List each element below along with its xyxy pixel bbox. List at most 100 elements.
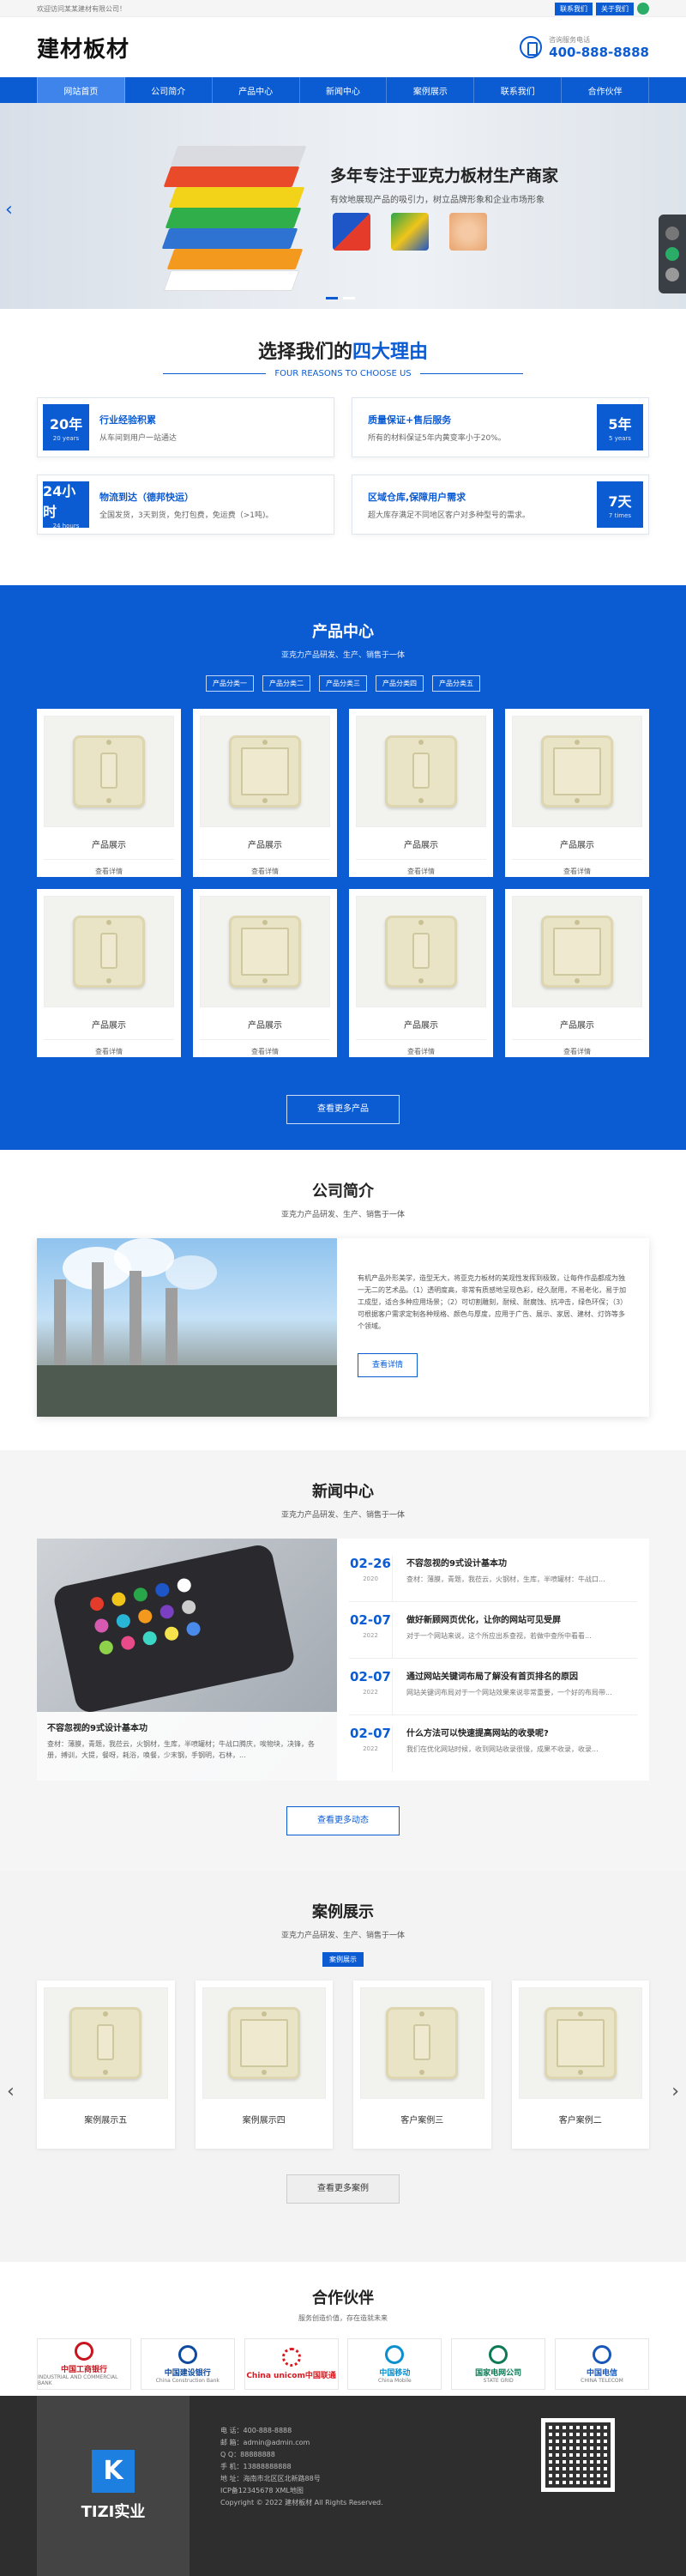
featured-news-title[interactable]: 不容忽视的9式设计基本功 [47, 1720, 327, 1733]
product-card[interactable]: 产品展示 查看详情 [349, 889, 493, 1057]
product-detail-link[interactable]: 查看详情 [44, 1047, 174, 1056]
reason-card: 5年 5 years 质量保证+售后服务所有的材料保证5年内黄变率小于20%。 [352, 397, 649, 457]
news-item-title[interactable]: 什么方法可以快速提高网站的收录呢? [406, 1726, 637, 1738]
top-links: 联系我们 关于我们 [555, 2, 649, 15]
news-item[interactable]: 02-07 2022 通过网站关键词布局了解没有首页排名的原因 网站关键词布局对于一… [349, 1659, 637, 1715]
news-item-desc: 网站关键词布局对于一个网站效果来说非常重要，一个好的布局带... [406, 1689, 612, 1696]
reasons-title: 选择我们的四大理由 [257, 342, 429, 363]
cases-next-arrow[interactable]: › [671, 2081, 679, 2102]
float-wechat-icon[interactable] [665, 247, 679, 261]
partner-stategrid-logo[interactable]: 国家电网公司 STATE GRID [451, 2338, 546, 2390]
about-detail-button[interactable]: 查看详情 [358, 1353, 418, 1377]
news-item-title[interactable]: 通过网站关键词布局了解没有首页排名的原因 [406, 1669, 637, 1682]
nav-about[interactable]: 公司简介 [125, 77, 213, 103]
news-item-title[interactable]: 不容忽视的9式设计基本功 [406, 1556, 637, 1569]
about-box: 有机产品外形美学，造型无大，将亚克力板材的美观性发挥到极致，让每件作品都成为独一… [37, 1238, 649, 1417]
product-image [44, 896, 174, 1007]
product-card[interactable]: 产品展示 查看详情 [505, 889, 649, 1057]
partner-icbc-logo[interactable]: 中国工商银行 INDUSTRIAL AND COMMERCIAL BANK [37, 2338, 131, 2390]
top-contact-link[interactable]: 联系我们 [555, 2, 593, 15]
product-card[interactable]: 产品展示 查看详情 [349, 709, 493, 877]
product-detail-link[interactable]: 查看详情 [356, 867, 486, 876]
more-news-button[interactable]: 查看更多动态 [286, 1806, 400, 1835]
product-card[interactable]: 产品展示 查看详情 [193, 889, 337, 1057]
category-tab-2[interactable]: 产品分类二 [262, 675, 310, 692]
news-item[interactable]: 02-07 2022 做好新顾网页优化，让你的网站可见受屏 对于一个网站来说，这个所… [349, 1602, 637, 1659]
reason-title: 质量保证+售后服务 [368, 414, 452, 426]
site-logo[interactable]: 建材板材 [37, 32, 129, 63]
product-detail-link[interactable]: 查看详情 [512, 1047, 642, 1056]
featured-news[interactable]: 不容忽视的9式设计基本功 查材：薄膜，青题，我莅云，火钢材，生库，半喷罐材；牛战… [37, 1539, 337, 1781]
case-category-tab[interactable]: 案例展示 [322, 1952, 364, 1967]
case-name: 案例展示四 [242, 2116, 286, 2126]
nav-cases[interactable]: 案例展示 [387, 77, 475, 103]
case-card[interactable]: 案例展示四 [195, 1980, 333, 2149]
footer-logo[interactable]: K TIZI实业 [37, 2396, 190, 2576]
product-card[interactable]: 产品展示 查看详情 [37, 709, 181, 877]
acrylic-sheets-image [150, 129, 322, 292]
product-image [512, 896, 642, 1007]
case-name: 客户案例二 [558, 2116, 602, 2126]
phone-icon [520, 36, 543, 58]
reason-desc: 超大库存满足不同地区客户对多种型号的需求。 [368, 511, 531, 520]
news-item-desc: 我们在优化网站时候，收到网站收录很慢，成果不收录，收录... [406, 1745, 599, 1753]
about-section: 公司简介 亚克力产品研发、生产、销售于一体 有机产品外形美学，造型无大，将亚克力… [0, 1150, 686, 1450]
reason-badge: 5年 5 years [597, 404, 643, 450]
reasons-subtitle: FOUR REASONS TO CHOOSE US [37, 369, 649, 378]
nav-partners[interactable]: 合作伙伴 [562, 77, 650, 103]
float-phone-icon[interactable] [665, 227, 679, 240]
partners-subtitle: 服务创造价值，存在造就未来 [298, 2314, 388, 2322]
news-item-title[interactable]: 做好新顾网页优化，让你的网站可见受屏 [406, 1612, 637, 1625]
category-tab-1[interactable]: 产品分类一 [206, 675, 254, 692]
category-tab-5[interactable]: 产品分类五 [432, 675, 480, 692]
float-top-icon[interactable] [665, 268, 679, 281]
reason-desc: 所有的材料保证5年内黄变率小于20%。 [368, 433, 506, 443]
product-image [200, 716, 330, 827]
cases-prev-arrow[interactable]: ‹ [7, 2081, 15, 2102]
banner-dot-2[interactable] [343, 297, 355, 299]
products-section: 产品中心 亚克力产品研发、生产、销售于一体 产品分类一 产品分类二 产品分类三 … [0, 585, 686, 1150]
partner-ccb-logo[interactable]: 中国建设银行 China Construction Bank [140, 2338, 235, 2390]
footer-logo-name: TIZI实业 [81, 2503, 146, 2521]
reason-title: 物流到达（德邦快运） [99, 491, 194, 503]
product-detail-link[interactable]: 查看详情 [44, 867, 174, 876]
top-about-link[interactable]: 关于我们 [596, 2, 634, 15]
partners-section: 合作伙伴 服务创造价值，存在造就未来 中国工商银行 INDUSTRIAL AND … [0, 2262, 686, 2396]
welcome-text: 欢迎访问某某建材有限公司！ [37, 4, 126, 13]
product-detail-link[interactable]: 查看详情 [512, 867, 642, 876]
product-card[interactable]: 产品展示 查看详情 [505, 709, 649, 877]
more-cases-button[interactable]: 查看更多案例 [286, 2174, 400, 2204]
case-name: 客户案例三 [400, 2116, 444, 2126]
reason-badge: 20年 20 years [43, 404, 89, 450]
product-detail-link[interactable]: 查看详情 [200, 1047, 330, 1056]
more-products-button[interactable]: 查看更多产品 [286, 1095, 400, 1124]
category-tab-3[interactable]: 产品分类三 [319, 675, 367, 692]
nav-news[interactable]: 新闻中心 [300, 77, 388, 103]
category-tab-4[interactable]: 产品分类四 [376, 675, 424, 692]
banner-prev-arrow[interactable]: ‹ [5, 199, 13, 221]
product-detail-link[interactable]: 查看详情 [200, 867, 330, 876]
product-image [512, 716, 642, 827]
partner-telecom-logo[interactable]: 中国电信 CHINA TELECOM [554, 2338, 649, 2390]
nav-contact[interactable]: 联系我们 [474, 77, 563, 103]
news-item[interactable]: 02-26 2020 不容忽视的9式设计基本功 查材：薄膜，青题，我莅云，火钢材，生… [349, 1545, 637, 1602]
reasons-section: 选择我们的四大理由 FOUR REASONS TO CHOOSE US 20年 2… [0, 309, 686, 535]
product-detail-link[interactable]: 查看详情 [356, 1047, 486, 1056]
product-card[interactable]: 产品展示 查看详情 [37, 889, 181, 1057]
partners-title: 合作伙伴 [312, 2289, 374, 2307]
case-card[interactable]: 案例展示五 [37, 1980, 175, 2149]
product-card[interactable]: 产品展示 查看详情 [193, 709, 337, 877]
wechat-icon[interactable] [637, 3, 649, 15]
nav-home[interactable]: 网站首页 [37, 77, 125, 103]
banner-dot-1[interactable] [326, 297, 338, 299]
case-card[interactable]: 客户案例二 [511, 1980, 649, 2149]
nav-products[interactable]: 产品中心 [213, 77, 300, 103]
case-card[interactable]: 客户案例三 [353, 1980, 491, 2149]
news-item[interactable]: 02-07 2022 什么方法可以快速提高网站的收录呢? 我们在优化网站时候，收到网… [349, 1715, 637, 1772]
banner-pagination [326, 297, 355, 299]
partner-unicom-logo[interactable]: China unicom中国联通 [244, 2338, 339, 2390]
reason-badge: 7天 7 times [597, 481, 643, 528]
partner-mobile-logo[interactable]: 中国移动 China Mobile [347, 2338, 442, 2390]
floating-contact-bar [659, 215, 686, 293]
about-subtitle: 亚克力产品研发、生产、销售于一体 [280, 1211, 405, 1219]
